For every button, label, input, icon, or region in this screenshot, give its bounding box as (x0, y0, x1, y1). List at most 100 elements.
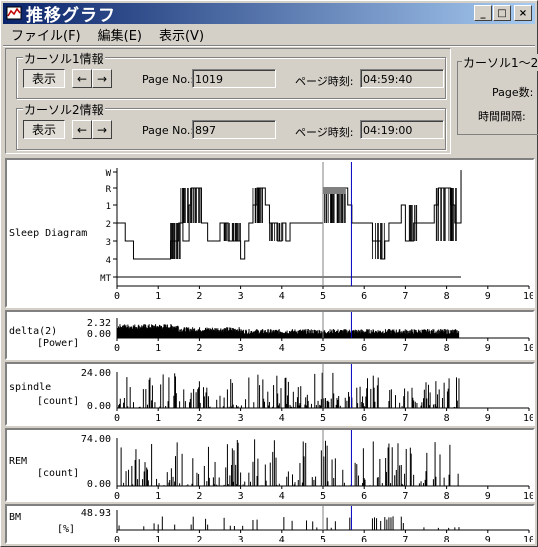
x-tick-label: 4 (279, 291, 285, 302)
spindle-ymax-label: 24.00 (81, 368, 111, 379)
x-tick-label: 1 (155, 413, 161, 424)
bm-ymax-label: 48.93 (81, 508, 111, 519)
x-tick-label: 1 (155, 291, 161, 302)
delta-chart: delta(2)[Power] 2.320.000 1 2 3 4 5 6 7 8 9 10 (9, 312, 535, 354)
cursor2-left-button[interactable]: ← (72, 120, 92, 139)
x-tick-label: 9 (485, 343, 491, 354)
rem-unit-label: [count] (37, 468, 79, 479)
sleep-level-label: 4 (106, 256, 111, 266)
cursor2-page-no-label: Page No.: (142, 124, 195, 137)
x-tick-label: 4 (279, 491, 285, 500)
spindle-chart: spindle [count] 24.00 0.000 1 2 3 4 5 6 7 8 9 10 (9, 364, 535, 424)
sleep-level-label: 2 (106, 220, 111, 230)
x-tick-label: 10 (523, 535, 533, 542)
x-tick-label: 3 (238, 491, 244, 500)
delta-ymin-label: 0.00 (87, 329, 111, 340)
bm-chart: BM [%] 48.93 0 1 2 3 4 5 6 7 8 9 10 (9, 506, 535, 546)
spindle-unit-label: [count] (37, 396, 79, 407)
x-tick-label: 8 (444, 491, 450, 500)
delta-ymax-label: 2.32 (87, 318, 111, 329)
cursor2-right-button[interactable]: → (92, 120, 112, 139)
x-tick-label: 10 (523, 413, 533, 424)
cursor2-group: カーソル2情報 表示 ← → Page No.: 897 ページ時刻: 04:1… (16, 101, 446, 150)
cursor2-page-no-field: 897 (192, 120, 276, 139)
menu-divider (3, 45, 535, 47)
close-icon: × (518, 7, 528, 19)
x-tick-label: 5 (320, 491, 326, 500)
x-tick-label: 0 (114, 491, 120, 500)
x-tick-label: 1 (155, 491, 161, 500)
x-tick-label: 1 (155, 535, 161, 542)
window-title: 推移グラフ (26, 6, 116, 26)
delta-panel: delta(2) [Power] 2.32 0.00 0 1 2 3 4 5 6 7 8 9 10 (5, 310, 535, 360)
x-tick-label: 2 (196, 491, 202, 500)
x-tick-label: 8 (444, 535, 450, 542)
x-tick-label: 10 (523, 343, 533, 354)
minimize-button[interactable]: _ (474, 5, 492, 21)
bm-unit-label: [%] (57, 524, 75, 535)
minimize-icon: _ (480, 7, 486, 19)
x-tick-label: 7 (402, 491, 408, 500)
cursor1-page-no-label: Page No.: (142, 73, 195, 86)
app-icon (5, 5, 23, 23)
cursor-diff-title: カーソル1〜2 (462, 54, 538, 71)
x-tick-label: 1 (155, 343, 161, 354)
cursor2-page-time-label: ページ時刻: (295, 126, 354, 139)
x-tick-label: 4 (279, 343, 285, 354)
x-tick-label: 5 (320, 343, 326, 354)
close-button[interactable]: × (514, 5, 532, 21)
x-tick-label: 6 (361, 291, 367, 302)
x-tick-label: 8 (444, 413, 450, 424)
cursor-info-panel: カーソル1情報 表示 ← → Page No.: 1019 ページ時刻: 04:… (5, 48, 451, 154)
x-tick-label: 9 (485, 291, 491, 302)
sleep-level-label: MT (100, 274, 111, 284)
x-tick-label: 9 (485, 535, 491, 542)
x-tick-label: 3 (238, 413, 244, 424)
menu-view[interactable]: 表示(V) (151, 25, 213, 44)
spindle-panel: spindle [count] 24.00 0.00 0 1 2 3 4 5 6 7 8 9 10 (5, 362, 535, 426)
x-tick-label: 2 (196, 535, 202, 542)
x-tick-label: 0 (114, 535, 120, 542)
x-tick-label: 9 (485, 491, 491, 500)
menu-edit[interactable]: 編集(E) (90, 25, 151, 44)
x-tick-label: 7 (402, 413, 408, 424)
cursor2-page-time-field: 04:19:00 (360, 120, 444, 139)
sleep-level-label: R (106, 185, 112, 195)
cursor2-show-button[interactable]: 表示 (23, 120, 65, 139)
maximize-button[interactable]: □ (493, 5, 511, 21)
menu-file[interactable]: ファイル(F) (3, 25, 90, 44)
bm-name-label: BM (9, 512, 21, 523)
x-tick-label: 2 (196, 413, 202, 424)
delta-unit-label: [Power] (37, 338, 79, 349)
interval-label: 時間間隔: (478, 110, 526, 123)
x-tick-label: 5 (320, 535, 326, 542)
sleep-diagram-chart: Sleep Diagram WR 1 2 3 4 MT0 1 2 3 4 5 6 7 8 9 10 (9, 162, 535, 302)
x-tick-label: 0 (114, 291, 120, 302)
x-tick-label: 8 (444, 291, 450, 302)
rem-name-label: REM (9, 456, 27, 467)
x-tick-label: 7 (402, 291, 408, 302)
sleep-level-label: 1 (106, 202, 111, 212)
page-count-label: Page数: (492, 86, 534, 99)
app-window: 推移グラフ _ □ × ファイル(F) 編集(E) 表示(V) カーソル1情報 … (0, 0, 538, 547)
x-tick-label: 8 (444, 343, 450, 354)
sleep-level-label: 3 (106, 238, 111, 248)
bm-panel: BM [%] 48.93 0 1 2 3 4 5 6 7 8 9 10 (5, 504, 535, 546)
cursor1-page-no-field: 1019 (192, 69, 276, 88)
x-tick-label: 0 (114, 413, 120, 424)
cursor1-right-button[interactable]: → (92, 69, 112, 88)
x-tick-label: 5 (320, 413, 326, 424)
title-bar[interactable]: 推移グラフ _ □ × (3, 3, 535, 26)
cursor1-show-button[interactable]: 表示 (23, 69, 65, 88)
x-tick-label: 6 (361, 343, 367, 354)
cursor1-left-button[interactable]: ← (72, 69, 92, 88)
cursor1-group-title: カーソル1情報 (23, 50, 105, 67)
maximize-icon: □ (497, 7, 507, 19)
cursor1-group: カーソル1情報 表示 ← → Page No.: 1019 ページ時刻: 04:… (16, 50, 446, 99)
x-tick-label: 3 (238, 291, 244, 302)
cursor2-group-title: カーソル2情報 (23, 101, 105, 118)
delta-name-label: delta(2) (9, 326, 57, 337)
cursor-diff-group: カーソル1〜2 Page数: 時間間隔: (457, 54, 538, 135)
x-tick-label: 2 (196, 291, 202, 302)
x-tick-label: 10 (523, 291, 533, 302)
